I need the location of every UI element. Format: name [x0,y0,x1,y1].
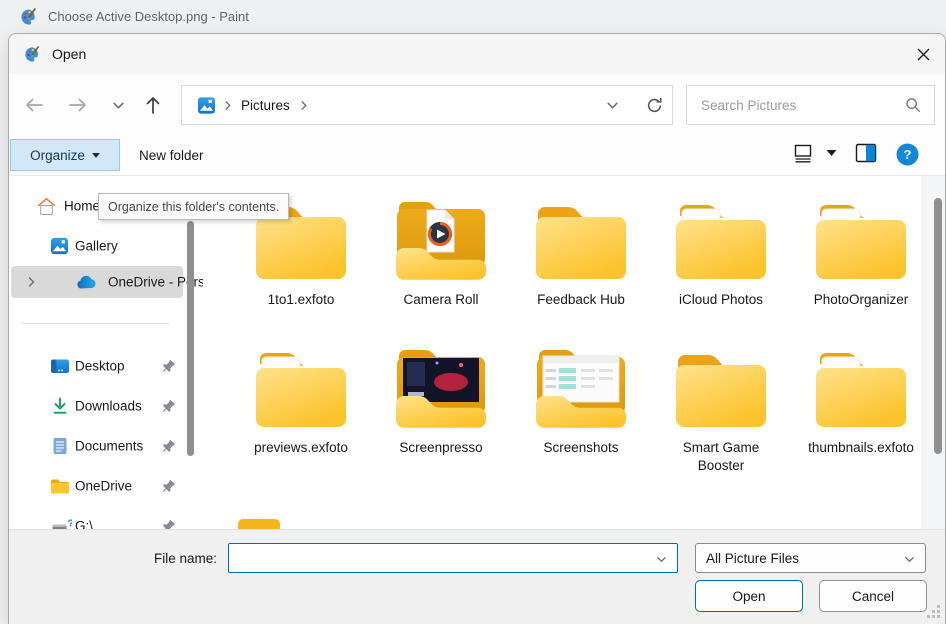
files-scrollbar[interactable] [934,198,942,454]
folder-icon [809,346,913,434]
sidebar-item-documents[interactable]: Documents [9,432,183,460]
paint-app-icon [20,8,38,26]
file-type-select[interactable]: All Picture Files [695,543,926,573]
dialog-header: Open [9,34,945,74]
folder-item[interactable]: Screenpresso [371,346,511,457]
chevron-down-icon [112,99,125,112]
breadcrumb-item-pictures[interactable]: Pictures [239,98,292,113]
file-name-input[interactable] [236,544,646,572]
folder-icon [669,198,773,286]
sidebar-scrollbar[interactable] [187,221,194,456]
sidebar-item-onedrive-personal[interactable]: OneDrive - Perso [11,266,183,298]
folder-item[interactable]: Smart Game Booster [651,346,791,475]
cancel-button[interactable]: Cancel [819,580,927,612]
expand-chevron-icon[interactable] [25,276,37,288]
sidebar-item-gallery[interactable]: Gallery [9,232,183,260]
close-icon [916,47,931,62]
folder-icon [249,346,353,434]
window-titlebar: Choose Active Desktop.png - Paint [0,0,946,33]
folder-icon [529,346,633,434]
command-bar: Organize New folder ? [9,133,945,176]
folder-icon [529,198,633,286]
window-title: Choose Active Desktop.png - Paint [48,9,249,24]
folder-item[interactable]: thumbnails.exfoto [791,346,931,457]
sidebar-item-drive-g[interactable]: ? G:\ [9,512,183,529]
navigation-pane: Home Gallery OneDrive - Perso [9,176,185,529]
downloads-icon [51,397,69,415]
folder-item[interactable]: Feedback Hub [511,198,651,309]
pin-icon [162,399,176,413]
paint-app-icon [24,46,41,63]
search-input[interactable] [701,86,901,124]
pictures-icon [197,96,216,115]
up-arrow-icon [143,94,163,116]
new-folder-button[interactable]: New folder [139,139,204,171]
search-icon[interactable] [904,96,922,114]
folder-item[interactable]: previews.exfoto [231,346,371,457]
dialog-title: Open [52,46,86,62]
sidebar-item-desktop[interactable]: Desktop [9,352,183,380]
pin-icon [162,359,176,373]
dialog-body: Home Gallery OneDrive - Perso [9,176,945,529]
folder-item[interactable]: iCloud Photos [651,198,791,309]
folder-icon [809,198,913,286]
folder-icon [389,346,493,434]
folder-item[interactable]: Screenshots [511,346,651,457]
back-icon [23,95,45,115]
partial-folder-icon[interactable] [238,519,280,529]
folder-item[interactable]: Camera Roll [371,198,511,309]
pin-icon [162,439,176,453]
back-button[interactable] [19,90,49,120]
file-name-dropdown-icon[interactable] [655,554,668,565]
pin-icon [162,519,176,529]
documents-icon [52,437,68,455]
views-icon[interactable] [793,143,814,164]
folder-icon [50,478,70,495]
organize-tooltip: Organize this folder's contents. [98,193,289,220]
close-button[interactable] [906,37,940,71]
refresh-icon[interactable] [645,96,664,115]
organize-button[interactable]: Organize [10,139,120,171]
drive-icon: ? [52,518,72,529]
folder-item[interactable]: PhotoOrganizer [791,198,931,309]
onedrive-icon [75,275,97,289]
sidebar-item-onedrive-folder[interactable]: OneDrive [9,472,183,500]
views-dropdown-icon[interactable] [826,149,837,157]
svg-text:?: ? [904,147,912,162]
open-dialog: Open Pictures [8,33,946,624]
breadcrumb-chevron-icon [222,100,233,111]
folder-icon [389,198,493,286]
svg-text:?: ? [68,518,73,529]
address-dropdown-icon[interactable] [606,99,619,112]
up-button[interactable] [138,90,168,120]
forward-icon [67,95,89,115]
gallery-icon [50,237,69,256]
organize-label: Organize [30,148,85,163]
dropdown-caret-icon [92,153,100,158]
file-name-label: File name: [149,551,217,566]
file-type-dropdown-icon [903,554,916,565]
resize-grip[interactable] [927,605,941,619]
address-bar[interactable]: Pictures [181,85,673,125]
sidebar-separator [21,323,169,324]
dialog-footer: File name: All Picture Files Open Cancel [9,529,945,624]
breadcrumb-chevron-icon[interactable] [298,100,309,111]
file-name-combo [228,543,678,573]
search-box[interactable] [686,85,935,125]
forward-button[interactable] [63,90,93,120]
sidebar-item-downloads[interactable]: Downloads [9,392,183,420]
home-icon [36,197,57,216]
navigation-bar: Pictures [9,74,945,133]
help-icon[interactable]: ? [896,143,919,166]
recent-locations-button[interactable] [103,90,133,120]
desktop-icon [50,358,70,375]
pin-icon [162,479,176,493]
preview-pane-icon[interactable] [855,143,877,163]
open-button[interactable]: Open [695,580,803,612]
folder-icon [669,346,773,434]
